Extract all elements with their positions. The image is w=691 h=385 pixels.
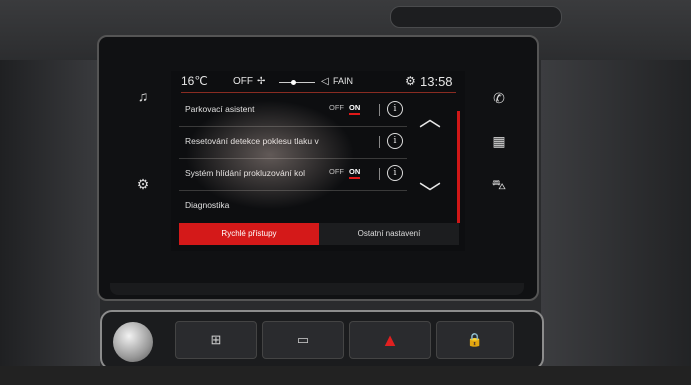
toggle-off[interactable]: OFF: [329, 103, 344, 112]
phone-icon[interactable]: ✆: [488, 90, 510, 107]
tab-other-settings[interactable]: Ostatní nastavení: [319, 223, 459, 245]
display-lip: [110, 283, 524, 295]
music-note-icon[interactable]: ♫: [132, 88, 154, 104]
car-icon[interactable]: ⛍: [488, 176, 510, 195]
rear-defrost-icon[interactable]: ⊞: [175, 321, 257, 359]
info-icon[interactable]: i: [387, 133, 403, 149]
settings-list: Parkovací asistent OFF ON i Resetování de…: [179, 95, 407, 223]
touchscreen: 16℃ OFF ✢ ◁ FAIN ⚙ 13:58 Parkovací asist…: [171, 71, 465, 251]
fan-icon: ✢: [257, 76, 266, 87]
toggle-switch[interactable]: OFF ON: [329, 167, 361, 179]
apps-grid-icon[interactable]: ▦: [488, 133, 510, 150]
divider: [379, 104, 380, 116]
front-defrost-icon[interactable]: ▭: [262, 321, 344, 359]
speaker-icon: ◁: [321, 76, 329, 87]
list-item[interactable]: Resetování detekce poklesu tlaku v i: [179, 127, 407, 159]
air-vent: [390, 6, 562, 28]
list-item[interactable]: Diagnostika: [179, 191, 407, 222]
status-divider: [181, 92, 456, 93]
fan-state[interactable]: OFF: [233, 76, 253, 87]
scroll-up-icon[interactable]: ︿: [419, 101, 441, 133]
scroll-indicator: [457, 111, 460, 223]
list-item[interactable]: Parkovací asistent OFF ON i: [179, 95, 407, 127]
toggle-switch[interactable]: OFF ON: [329, 103, 361, 115]
info-icon[interactable]: i: [387, 101, 403, 117]
volume-knob[interactable]: [113, 322, 153, 362]
info-icon[interactable]: i: [387, 165, 403, 181]
volume-slider[interactable]: [279, 82, 315, 83]
dashboard-right: [541, 60, 691, 385]
scroll-down-icon[interactable]: ﹀: [419, 176, 441, 208]
divider: [379, 136, 380, 148]
dashboard-bottom: [0, 366, 691, 385]
setting-label: Parkovací asistent: [185, 104, 255, 114]
setting-label: Diagnostika: [185, 200, 230, 210]
toggle-on[interactable]: ON: [349, 167, 361, 179]
volume-slider-knob[interactable]: [291, 80, 296, 85]
hazard-warning-icon[interactable]: ▲: [349, 321, 431, 359]
tab-quick-access[interactable]: Rychlé přístupy: [179, 223, 319, 245]
list-item[interactable]: Systém hlídání prokluzování kol OFF ON i: [179, 159, 407, 191]
divider: [379, 168, 380, 180]
door-lock-icon[interactable]: 🔒: [436, 321, 514, 359]
setting-label: Resetování detekce poklesu tlaku v: [185, 136, 319, 146]
toggle-on[interactable]: ON: [349, 103, 361, 115]
status-bar: 16℃ OFF ✢ ◁ FAIN ⚙ 13:58: [171, 71, 465, 93]
dashboard-left: [0, 60, 100, 385]
clock: 13:58: [420, 74, 453, 89]
audio-source-label: FAIN: [333, 76, 354, 86]
temperature-readout[interactable]: 16℃: [181, 74, 208, 88]
setting-label: Systém hlídání prokluzování kol: [185, 168, 306, 178]
toggle-off[interactable]: OFF: [329, 167, 344, 176]
fan-person-icon[interactable]: ⚙: [132, 176, 154, 193]
gear-icon[interactable]: ⚙: [405, 74, 416, 88]
